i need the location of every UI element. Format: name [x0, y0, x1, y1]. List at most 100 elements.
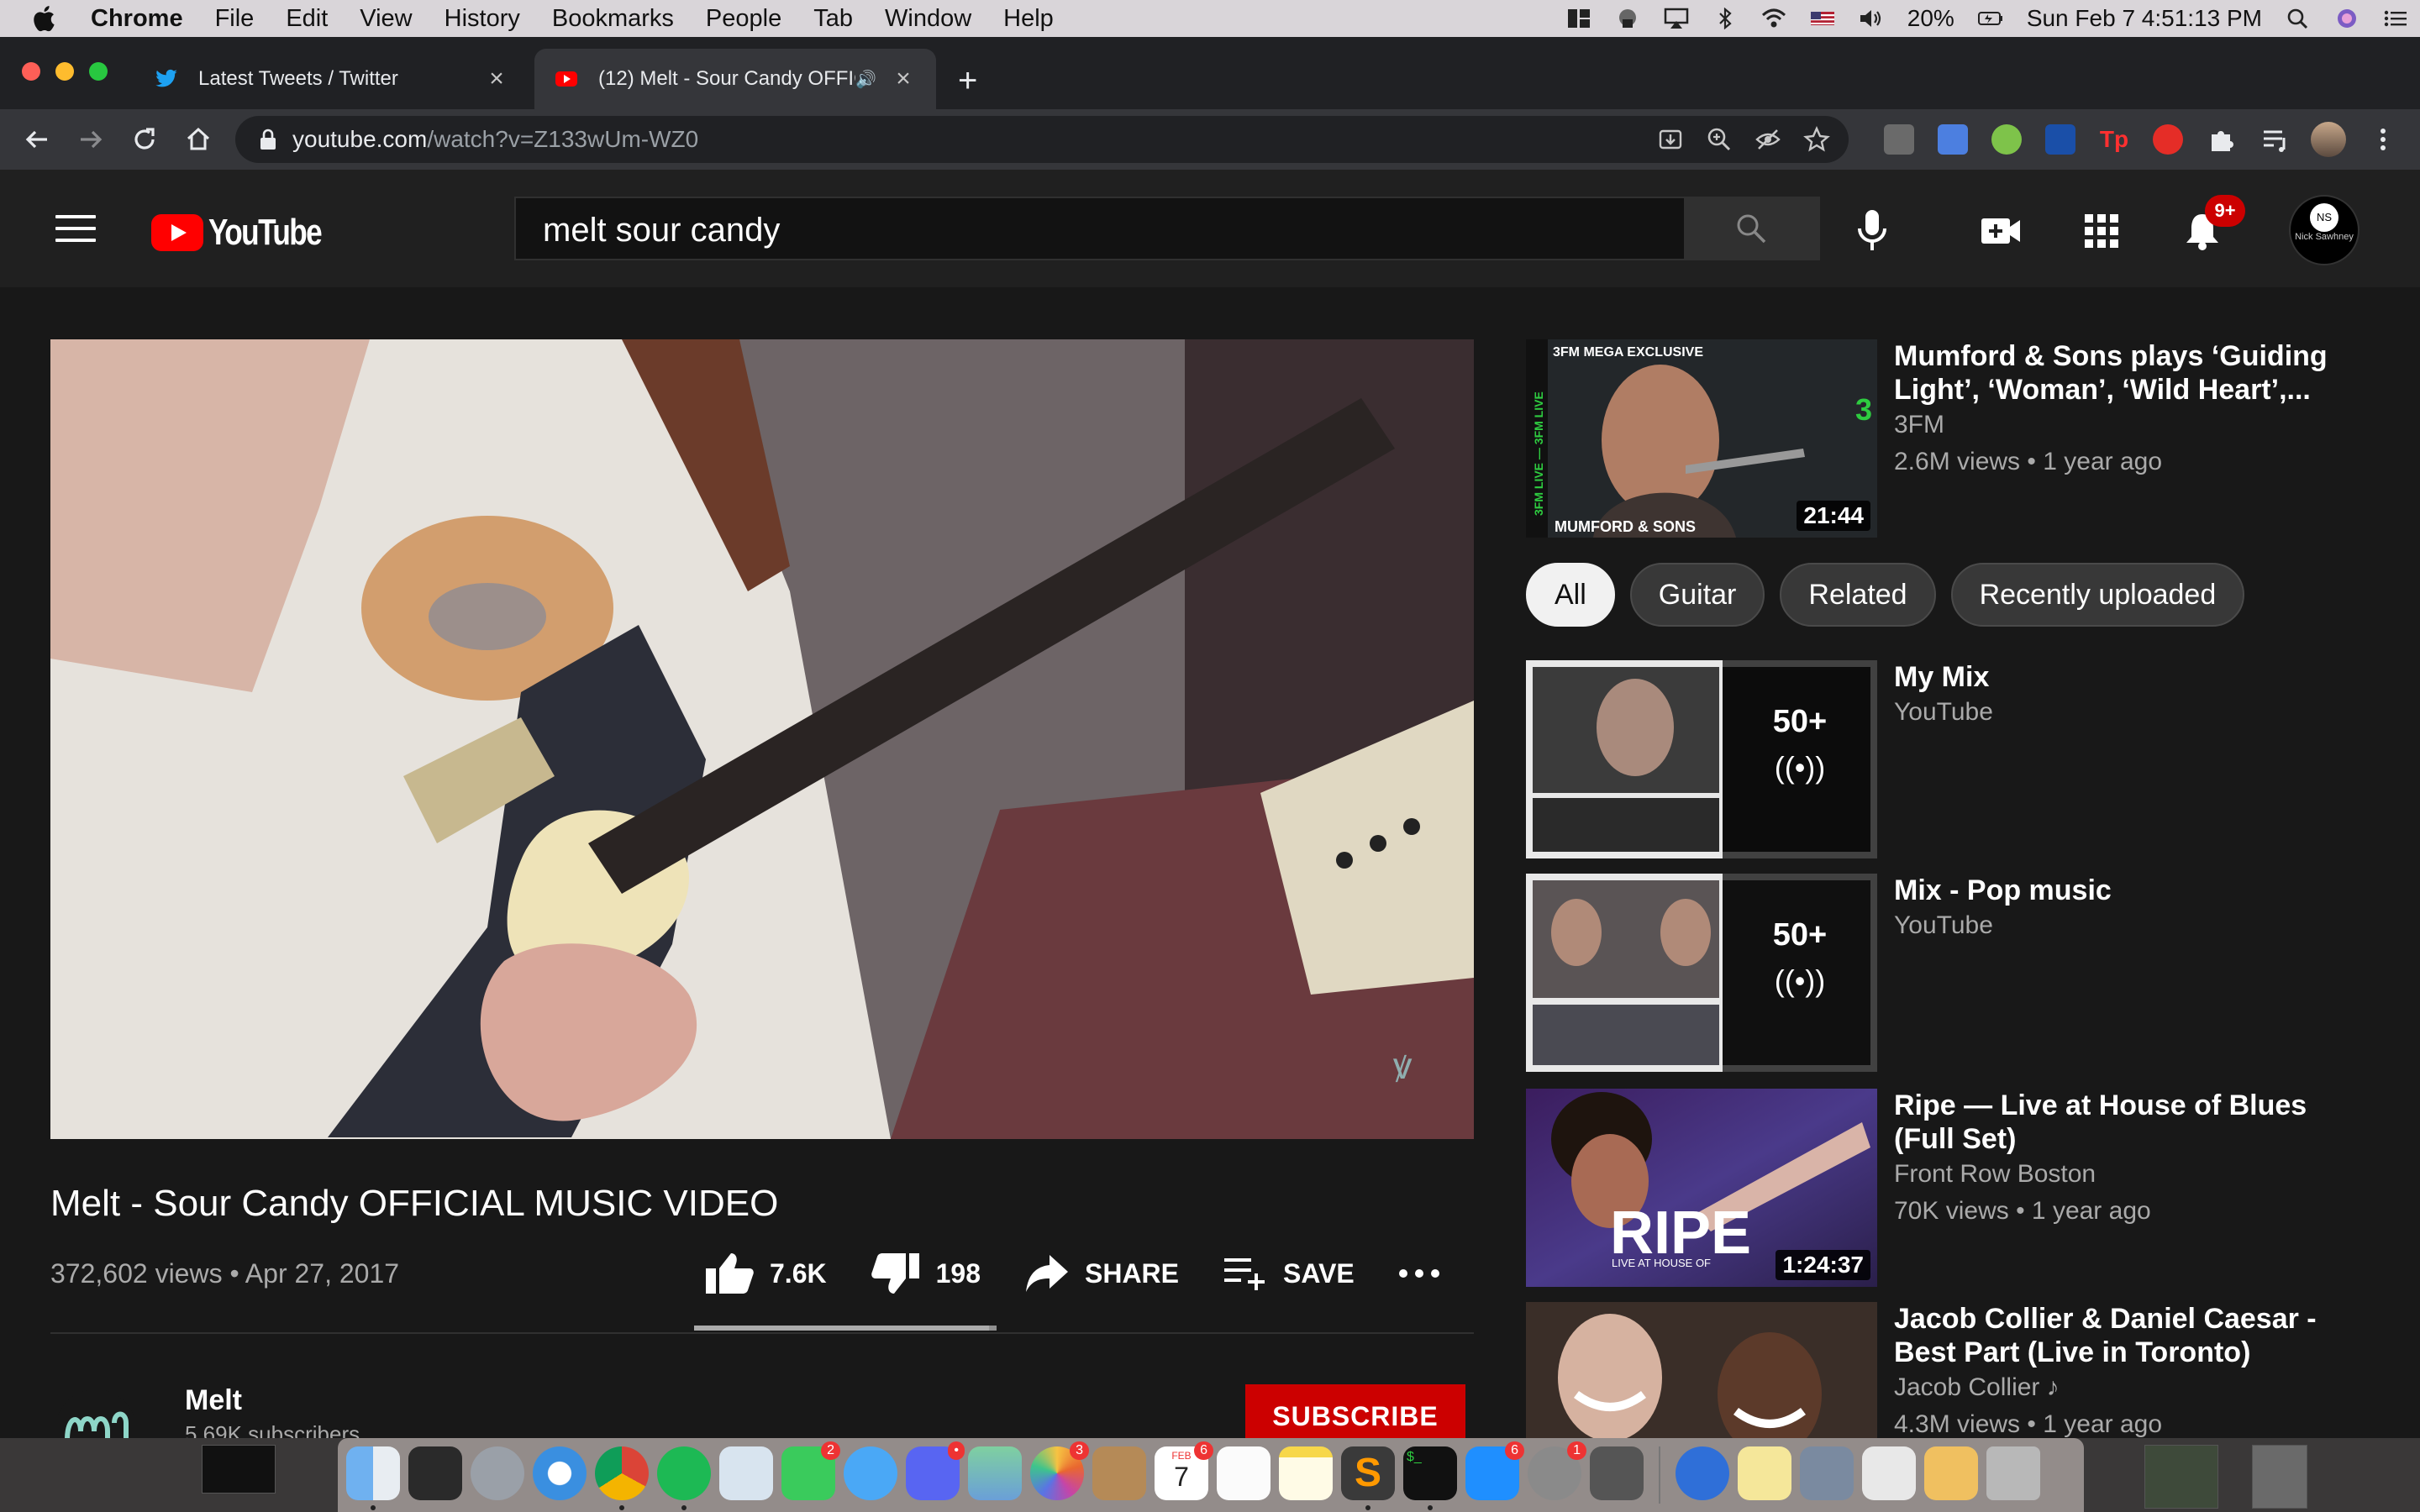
translate-extension-icon[interactable]: [1938, 124, 1968, 155]
create-video-icon[interactable]: [1980, 212, 2022, 250]
tab-youtube[interactable]: (12) Melt - Sour Candy OFFICIAL MUSIC VI…: [534, 49, 936, 109]
install-app-icon[interactable]: [1657, 126, 1684, 153]
readcube-extension-icon[interactable]: [2045, 124, 2075, 155]
youtube-logo[interactable]: YouTube: [151, 212, 350, 254]
notes-icon[interactable]: [1279, 1446, 1333, 1500]
home-icon[interactable]: [183, 124, 213, 155]
youtube-extension-icon[interactable]: [2153, 124, 2183, 155]
kebab-menu-icon[interactable]: [2368, 124, 2398, 155]
lock-icon[interactable]: [259, 129, 277, 150]
spotlight-search-icon[interactable]: [2286, 8, 2311, 29]
minimized-window-thumbnail[interactable]: [2144, 1445, 2218, 1509]
tampermonkey-extension-icon[interactable]: Tp: [2099, 124, 2129, 155]
tab-twitter[interactable]: Latest Tweets / Twitter ×: [134, 49, 529, 109]
channel-name[interactable]: 3FM: [1894, 407, 2331, 444]
more-actions-button[interactable]: [1398, 1268, 1455, 1278]
minimize-window-button[interactable]: [55, 62, 74, 81]
account-avatar[interactable]: NS Nick Sawhney: [2289, 195, 2360, 265]
chip-recently-uploaded[interactable]: Recently uploaded: [1950, 563, 2245, 627]
screenshot-icon[interactable]: [1590, 1446, 1644, 1500]
minimized-window-thumbnail[interactable]: [2252, 1445, 2307, 1509]
video-thumbnail[interactable]: 3FM MEGA EXCLUSIVE MUMFORD & SONS 3FM LI…: [1526, 339, 1877, 538]
honey-extension-icon[interactable]: [1991, 124, 2022, 155]
voice-search-icon[interactable]: [1855, 208, 1889, 252]
audio-playing-icon[interactable]: 🔊: [855, 69, 879, 90]
hamburger-menu-icon[interactable]: [55, 215, 96, 244]
launchpad-icon[interactable]: [471, 1446, 524, 1500]
chip-related[interactable]: Related: [1780, 563, 1936, 627]
search-input[interactable]: melt sour candy: [514, 197, 1686, 260]
chrome-icon[interactable]: [595, 1446, 649, 1500]
mix-thumbnail[interactable]: 50+ ((•)): [1526, 874, 1877, 1072]
search-button[interactable]: [1686, 197, 1820, 260]
subscribe-button[interactable]: SUBSCRIBE: [1245, 1384, 1465, 1438]
close-tab-icon[interactable]: ×: [484, 65, 509, 93]
calendar-icon[interactable]: FEB 7 6: [1155, 1441, 1213, 1500]
facetime-icon[interactable]: 2: [781, 1441, 840, 1500]
safari-icon[interactable]: [533, 1446, 587, 1500]
chip-guitar[interactable]: Guitar: [1629, 563, 1765, 627]
mix-title[interactable]: My Mix: [1894, 660, 2331, 694]
bookmark-star-icon[interactable]: [1803, 126, 1830, 153]
like-button[interactable]: 7.6K: [704, 1252, 827, 1295]
maps-icon[interactable]: [968, 1446, 1022, 1500]
stickies-icon[interactable]: [1738, 1446, 1791, 1500]
video-thumbnail[interactable]: [1526, 1302, 1877, 1438]
app-store-icon[interactable]: 6: [1465, 1441, 1524, 1500]
menu-bookmarks[interactable]: Bookmarks: [552, 5, 674, 33]
wifi-icon[interactable]: [1761, 8, 1786, 29]
media-controls-icon[interactable]: [2260, 124, 2291, 155]
clock[interactable]: Sun Feb 7 4:51:13 PM: [2027, 5, 2262, 32]
notefile-icon[interactable]: [1092, 1446, 1146, 1500]
reload-icon[interactable]: [129, 124, 160, 155]
window-tiling-icon[interactable]: [1566, 8, 1591, 29]
notification-center-icon[interactable]: [2383, 8, 2408, 29]
forward-icon[interactable]: [76, 124, 106, 155]
new-tab-button[interactable]: +: [958, 62, 977, 100]
mix-title[interactable]: Mix - Pop music: [1894, 874, 2331, 907]
messages-icon[interactable]: [844, 1446, 897, 1500]
menu-view[interactable]: View: [360, 5, 412, 33]
menu-file[interactable]: File: [215, 5, 255, 33]
menu-window[interactable]: Window: [885, 5, 971, 33]
desktop-window-thumbnail[interactable]: [202, 1445, 276, 1494]
dislike-button[interactable]: 198: [871, 1252, 981, 1295]
menu-help[interactable]: Help: [1003, 5, 1054, 33]
zoom-icon[interactable]: [1706, 126, 1733, 153]
css-extension-icon[interactable]: [1884, 124, 1914, 155]
apps-grid-icon[interactable]: [2081, 212, 2123, 250]
video-thumbnail[interactable]: RIPE LIVE AT HOUSE OF 1:24:37: [1526, 1089, 1877, 1287]
menu-history[interactable]: History: [445, 5, 520, 33]
apple-icon[interactable]: [30, 3, 60, 34]
volume-icon[interactable]: [1859, 8, 1884, 29]
close-window-button[interactable]: [22, 62, 40, 81]
menu-edit[interactable]: Edit: [286, 5, 328, 33]
menu-app-chrome[interactable]: Chrome: [91, 5, 183, 33]
quicktime-icon[interactable]: [1676, 1446, 1729, 1500]
bluetooth-icon[interactable]: [1712, 8, 1738, 29]
channel-avatar[interactable]: [55, 1389, 136, 1438]
back-icon[interactable]: [22, 124, 52, 155]
system-preferences-icon[interactable]: 1: [1528, 1441, 1586, 1500]
save-button[interactable]: SAVE: [1223, 1255, 1355, 1292]
share-button[interactable]: SHARE: [1024, 1253, 1179, 1294]
extensions-puzzle-icon[interactable]: [2207, 124, 2237, 155]
disk-utility-icon[interactable]: [1862, 1446, 1916, 1500]
battery-icon[interactable]: [1977, 8, 2003, 29]
zoom-window-button[interactable]: [89, 62, 108, 81]
image-capture-icon[interactable]: [1800, 1446, 1854, 1500]
activity-monitor-icon[interactable]: [408, 1446, 462, 1500]
finder-icon[interactable]: [346, 1446, 400, 1500]
video-player[interactable]: ꝟ: [50, 339, 1474, 1139]
preview-icon[interactable]: [719, 1446, 773, 1500]
mix-thumbnail[interactable]: 50+ ((•)): [1526, 660, 1877, 858]
channel-name[interactable]: Jacob Collier: [1894, 1373, 2039, 1401]
video-title[interactable]: Ripe — Live at House of Blues (Full Set): [1894, 1089, 2331, 1156]
channel-name[interactable]: Front Row Boston: [1894, 1156, 2331, 1193]
chip-all[interactable]: All: [1526, 563, 1615, 627]
address-bar[interactable]: youtube.com/watch?v=Z133wUm-WZ0: [235, 116, 1849, 163]
channel-name[interactable]: Melt: [185, 1384, 242, 1417]
menu-tab[interactable]: Tab: [813, 5, 853, 33]
discord-icon[interactable]: •: [906, 1441, 965, 1500]
reminders-icon[interactable]: [1217, 1446, 1270, 1500]
